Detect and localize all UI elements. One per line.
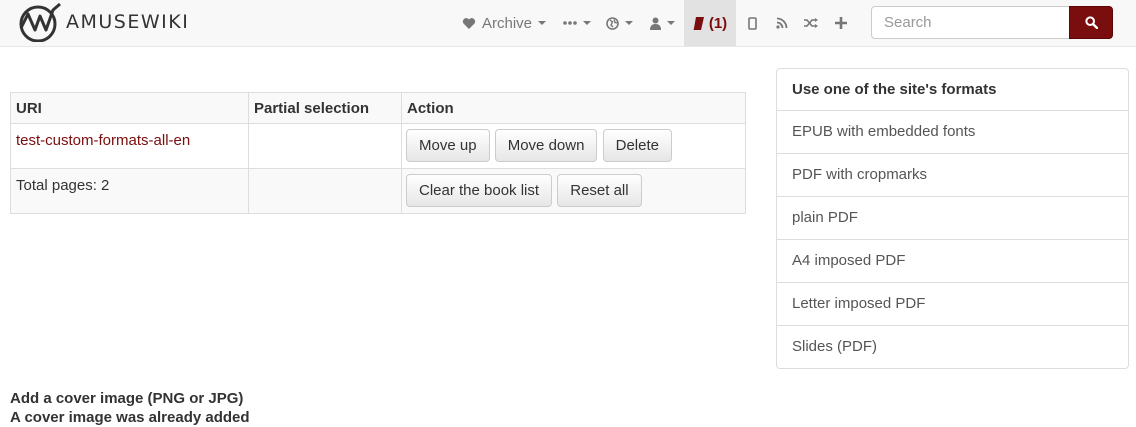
rss-link[interactable] — [767, 0, 797, 46]
cover-title: Add a cover image (PNG or JPG) — [10, 390, 244, 407]
archive-menu[interactable]: Archive — [452, 0, 556, 46]
ellipsis-icon — [563, 21, 577, 25]
chevron-down-icon — [583, 21, 591, 25]
cover-note: A cover image was already added — [10, 409, 250, 426]
bookbuilder-count: (1) — [708, 14, 728, 32]
action-cell: Move up Move down Delete — [401, 123, 746, 169]
tablet-icon — [747, 16, 757, 30]
cover-section: Add a cover image (PNG or JPG) A cover i… — [10, 389, 250, 427]
brand-logo-link[interactable]: AMUSEWIKI — [16, 2, 189, 42]
book-icon — [693, 16, 704, 30]
format-item-plain-pdf[interactable]: plain PDF — [776, 197, 1129, 240]
user-icon — [650, 17, 661, 30]
chevron-down-icon — [624, 21, 633, 25]
add-link[interactable] — [826, 0, 856, 46]
format-item-epub[interactable]: EPUB with embedded fonts — [776, 111, 1129, 154]
move-up-button[interactable]: Move up — [406, 129, 490, 162]
mobile-view-link[interactable] — [737, 0, 767, 46]
clear-book-list-button[interactable]: Clear the book list — [406, 174, 553, 207]
format-item-a4-imposed[interactable]: A4 imposed PDF — [776, 240, 1129, 283]
language-menu[interactable] — [598, 0, 640, 46]
random-link[interactable] — [797, 0, 825, 46]
heart-icon — [462, 17, 476, 29]
format-item-pdf-cropmarks[interactable]: PDF with cropmarks — [776, 154, 1129, 197]
column-header-uri: URI — [10, 92, 249, 124]
archive-label: Archive — [481, 14, 533, 32]
search-input[interactable] — [871, 6, 1070, 39]
bookbuilder-link[interactable]: (1) — [684, 0, 736, 46]
delete-button[interactable]: Delete — [602, 129, 672, 162]
column-header-partial: Partial selection — [248, 92, 402, 124]
partial-selection-cell — [248, 123, 402, 169]
search-icon — [1084, 16, 1098, 29]
brand-name: AMUSEWIKI — [66, 11, 190, 33]
empty-cell — [248, 168, 402, 214]
user-menu[interactable] — [641, 0, 684, 46]
chevron-down-icon — [538, 21, 547, 25]
shuffle-icon — [804, 18, 818, 28]
formats-heading: Use one of the site's formats — [776, 68, 1129, 111]
amusewiki-logo-icon — [19, 2, 61, 42]
more-menu[interactable] — [556, 0, 598, 46]
table-row: test-custom-formats-all-en Move up Move … — [10, 123, 746, 169]
format-item-slides[interactable]: Slides (PDF) — [776, 326, 1129, 369]
book-list-table: URI Partial selection Action test-custom… — [10, 92, 746, 214]
move-down-button[interactable]: Move down — [494, 129, 598, 162]
search-button[interactable] — [1069, 6, 1113, 39]
plus-icon — [835, 17, 847, 29]
chevron-down-icon — [667, 21, 675, 25]
reset-all-button[interactable]: Reset all — [557, 174, 642, 207]
globe-icon — [605, 16, 619, 30]
column-header-action: Action — [401, 92, 746, 124]
footer-action-cell: Clear the book list Reset all — [401, 168, 746, 214]
uri-cell: test-custom-formats-all-en — [10, 123, 249, 169]
format-item-letter-imposed[interactable]: Letter imposed PDF — [776, 283, 1129, 326]
site-formats-list: Use one of the site's formats EPUB with … — [776, 68, 1129, 369]
navbar: AMUSEWIKI Archive (1) — [0, 0, 1136, 47]
rss-icon — [776, 17, 788, 29]
total-pages: Total pages: 2 — [10, 168, 249, 214]
table-row: Total pages: 2 Clear the book list Reset… — [10, 168, 746, 214]
uri-link[interactable]: test-custom-formats-all-en — [16, 132, 190, 149]
